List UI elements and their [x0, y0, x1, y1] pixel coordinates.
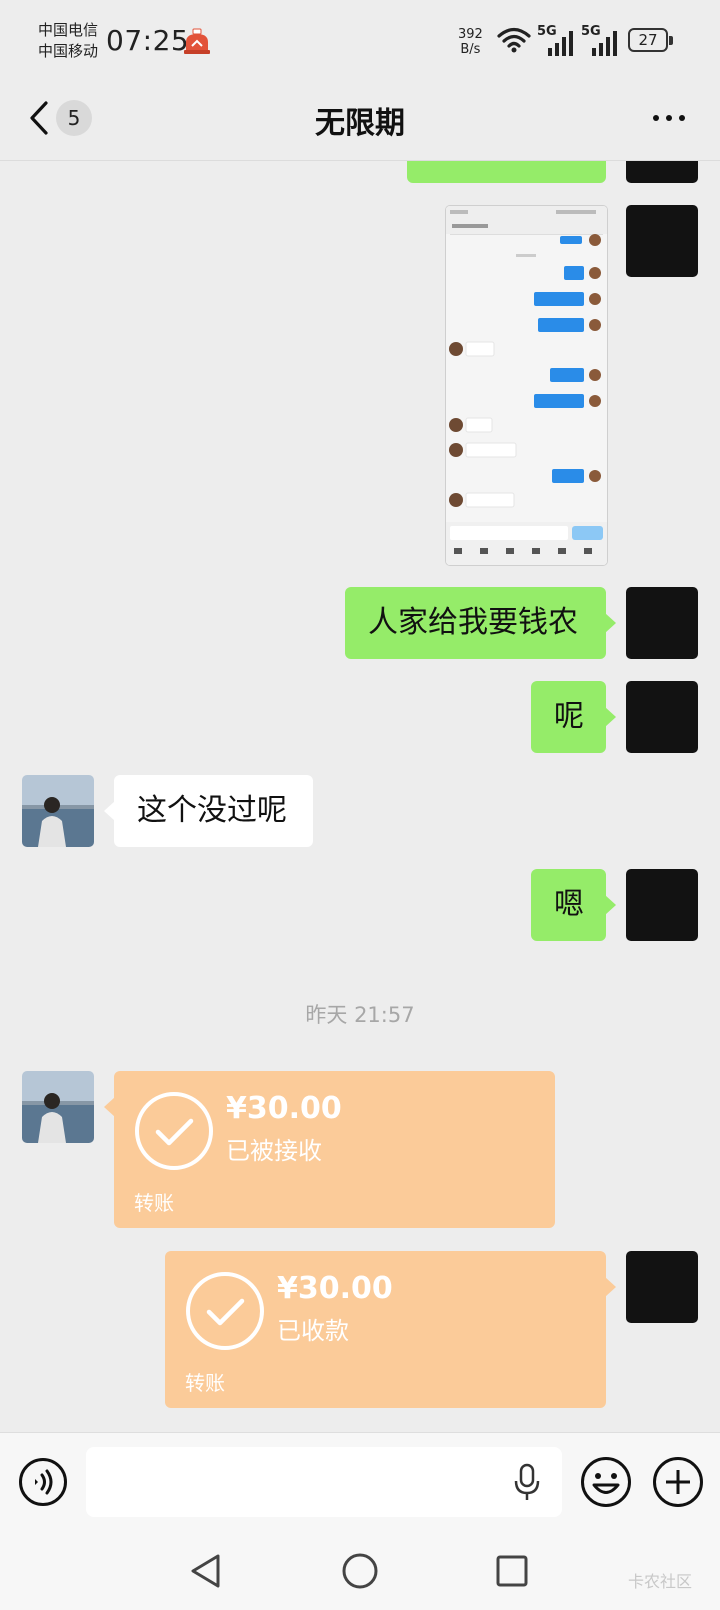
signal-icon-2: 5G [581, 22, 621, 56]
my-avatar[interactable] [626, 205, 698, 277]
battery-level: 27 [638, 31, 658, 49]
signal-icon-1: 5G [537, 22, 577, 56]
status-time: 07:25 [106, 24, 190, 57]
transfer-amount: ¥30.00 [226, 1091, 342, 1126]
my-avatar[interactable] [626, 869, 698, 941]
add-icon[interactable] [652, 1456, 704, 1508]
contact-avatar[interactable] [22, 775, 94, 847]
more-options-icon[interactable] [652, 112, 686, 124]
chat-title: 无限期 [315, 106, 405, 141]
transfer-status: 已被接收 [226, 1137, 322, 1165]
battery-icon: 27 [628, 28, 674, 54]
transfer-amount: ¥30.00 [277, 1271, 393, 1306]
transfer-card-received[interactable]: ¥30.00 已被接收 转账 [104, 1071, 555, 1228]
nav-back-icon[interactable] [188, 1552, 224, 1590]
message-bubble-received[interactable]: 这个没过呢 [104, 775, 313, 847]
notification-icon [184, 28, 210, 54]
message-bubble-sent[interactable]: 嗯 [531, 869, 616, 941]
transfer-label: 转账 [134, 1191, 174, 1215]
wifi-icon [497, 27, 531, 53]
network-speed: 392 B/s [458, 27, 483, 57]
carrier-info: 中国电信 中国移动 [38, 20, 98, 62]
emoji-icon[interactable] [580, 1456, 632, 1508]
transfer-card-sent[interactable]: ¥30.00 已收款 转账 [165, 1251, 616, 1408]
screenshot-thumbnail [446, 206, 607, 565]
my-avatar[interactable] [626, 587, 698, 659]
contact-avatar[interactable] [22, 1071, 94, 1143]
microphone-icon[interactable] [512, 1462, 542, 1502]
network-speed-value: 392 [458, 27, 483, 42]
my-avatar[interactable] [626, 681, 698, 753]
watermark: 卡农社区 [628, 1572, 693, 1591]
check-circle-icon [135, 1092, 213, 1170]
message-list[interactable] [0, 161, 720, 1432]
transfer-status: 已收款 [277, 1317, 349, 1345]
message-input[interactable] [86, 1447, 562, 1517]
nav-home-icon[interactable] [341, 1552, 379, 1590]
message-bubble-sent[interactable]: 人家给我要钱农 [345, 587, 616, 659]
carrier-2: 中国移动 [38, 42, 99, 60]
message-partial-sent [407, 161, 606, 183]
carrier-1: 中国电信 [38, 21, 99, 39]
time-divider: 昨天 21:57 [305, 1003, 415, 1027]
voice-mode-icon[interactable] [18, 1457, 68, 1507]
nav-recent-apps-icon[interactable] [495, 1554, 529, 1588]
network-speed-unit: B/s [460, 42, 481, 57]
check-circle-icon [186, 1272, 264, 1350]
my-avatar[interactable] [626, 161, 698, 183]
screenshot-image-message[interactable] [445, 205, 608, 566]
message-bubble-sent[interactable]: 呢 [531, 681, 616, 753]
my-avatar[interactable] [626, 1251, 698, 1323]
transfer-label: 转账 [185, 1371, 225, 1395]
